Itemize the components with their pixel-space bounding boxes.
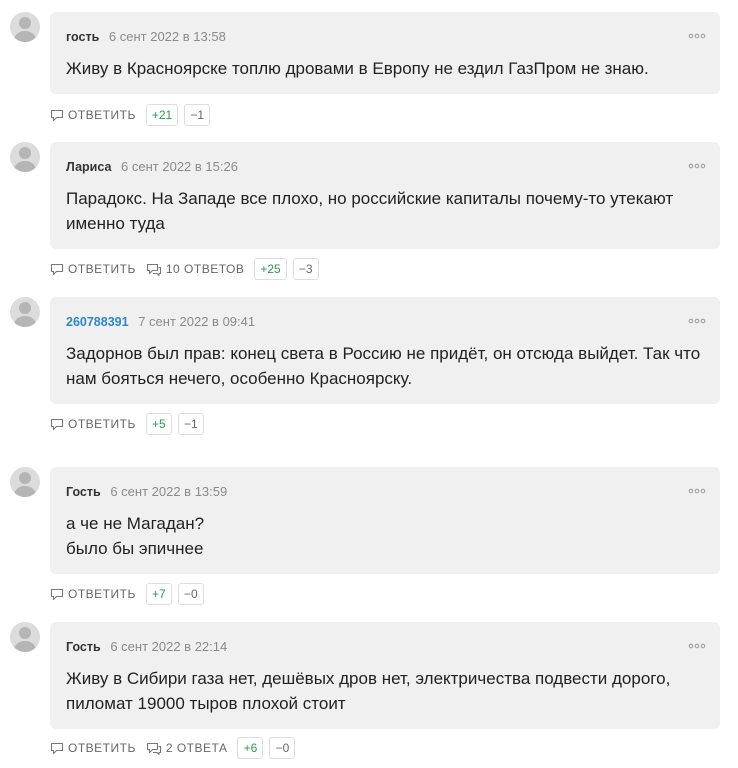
reply-button[interactable]: ОТВЕТИТЬ xyxy=(50,262,136,276)
avatar[interactable] xyxy=(10,622,40,652)
reply-button[interactable]: ОТВЕТИТЬ xyxy=(50,587,136,601)
comment-meta: 260788391 7 сент 2022 в 09:41 xyxy=(66,314,704,330)
comment-author[interactable]: гость xyxy=(66,30,99,44)
more-dots-icon[interactable] xyxy=(688,315,706,324)
comment-author[interactable]: Гость xyxy=(66,640,101,654)
vote-up-button[interactable]: +5 xyxy=(145,413,172,435)
vote-down-button[interactable]: −1 xyxy=(184,104,211,126)
user-silhouette-icon xyxy=(14,147,36,172)
vote-down-button[interactable]: −3 xyxy=(292,258,319,280)
comment-date: 6 сент 2022 в 13:59 xyxy=(110,484,228,499)
reply-button[interactable]: ОТВЕТИТЬ xyxy=(50,417,136,431)
comment-author[interactable]: Лариса xyxy=(66,160,111,174)
more-dots-icon[interactable] xyxy=(688,160,706,169)
user-silhouette-icon xyxy=(14,472,36,497)
comment-actions: ОТВЕТИТЬ +7 −0 xyxy=(50,583,210,605)
comment-date: 6 сент 2022 в 13:58 xyxy=(108,29,226,44)
vote-up-button[interactable]: +21 xyxy=(145,104,179,126)
user-silhouette-icon xyxy=(14,627,36,652)
speech-bubble-icon xyxy=(50,588,64,600)
comment-date: 6 сент 2022 в 22:14 xyxy=(110,639,228,654)
comment-text: Парадокс. На Западе все плохо, но россий… xyxy=(66,189,674,233)
speech-bubble-icon xyxy=(50,263,64,275)
avatar[interactable] xyxy=(10,297,40,327)
user-silhouette-icon xyxy=(14,302,36,327)
reply-label: ОТВЕТИТЬ xyxy=(68,417,136,431)
more-dots-icon[interactable] xyxy=(688,30,706,39)
vote-up-button[interactable]: +6 xyxy=(237,737,264,759)
comment-author[interactable]: 260788391 xyxy=(66,315,129,329)
replies-count-label: 2 ОТВЕТА xyxy=(165,741,228,755)
comment-date: 6 сент 2022 в 15:26 xyxy=(121,159,238,174)
speech-bubbles-icon xyxy=(146,742,161,755)
comment-meta: Лариса 6 сент 2022 в 15:26 xyxy=(66,159,704,175)
replies-count-button[interactable]: 10 ОТВЕТОВ xyxy=(146,262,244,276)
user-silhouette-icon xyxy=(14,17,36,42)
reply-button[interactable]: ОТВЕТИТЬ xyxy=(50,741,136,755)
reply-label: ОТВЕТИТЬ xyxy=(68,108,136,122)
vote-down-button[interactable]: −0 xyxy=(269,737,296,759)
comment-bubble: Гость 6 сент 2022 в 22:14 Живу в Сибири … xyxy=(50,622,720,729)
vote-up-button[interactable]: +7 xyxy=(145,583,172,605)
speech-bubble-icon xyxy=(50,742,64,754)
speech-bubbles-icon xyxy=(146,263,161,276)
comment-text: Задорнов был прав: конец света в Россию … xyxy=(66,344,701,388)
more-dots-icon[interactable] xyxy=(688,485,706,494)
speech-bubble-icon xyxy=(50,418,64,430)
comment-actions: ОТВЕТИТЬ 2 ОТВЕТА +6 −0 xyxy=(50,737,301,759)
comment-bubble: Лариса 6 сент 2022 в 15:26 Парадокс. На … xyxy=(50,142,720,249)
reply-label: ОТВЕТИТЬ xyxy=(68,262,136,276)
comment-actions: ОТВЕТИТЬ +5 −1 xyxy=(50,413,210,435)
comment-actions: ОТВЕТИТЬ 10 ОТВЕТОВ +25 −3 xyxy=(50,258,325,280)
comment-text: Живу в Красноярске топлю дровами в Европ… xyxy=(66,59,649,78)
comment-meta: гость 6 сент 2022 в 13:58 xyxy=(66,29,704,45)
replies-count-label: 10 ОТВЕТОВ xyxy=(165,262,245,276)
replies-count-button[interactable]: 2 ОТВЕТА xyxy=(146,741,228,755)
reply-button[interactable]: ОТВЕТИТЬ xyxy=(50,108,136,122)
comment-meta: Гость 6 сент 2022 в 22:14 xyxy=(66,639,704,655)
vote-up-button[interactable]: +25 xyxy=(254,258,287,280)
comment-bubble: Гость 6 сент 2022 в 13:59 а че не Магада… xyxy=(50,467,720,574)
comment-actions: ОТВЕТИТЬ +21 −1 xyxy=(50,104,216,126)
comment-author[interactable]: Гость xyxy=(66,485,101,499)
avatar[interactable] xyxy=(10,467,40,497)
comment-text: а че не Магадан? было бы эпичнее xyxy=(66,514,205,558)
more-dots-icon[interactable] xyxy=(688,640,706,649)
reply-label: ОТВЕТИТЬ xyxy=(68,741,136,755)
vote-down-button[interactable]: −1 xyxy=(177,413,204,435)
comment-meta: Гость 6 сент 2022 в 13:59 xyxy=(66,484,704,500)
avatar[interactable] xyxy=(10,12,40,42)
vote-down-button[interactable]: −0 xyxy=(177,583,204,605)
comment-bubble: гость 6 сент 2022 в 13:58 Живу в Красноя… xyxy=(50,12,720,94)
avatar[interactable] xyxy=(10,142,40,172)
comment-date: 7 сент 2022 в 09:41 xyxy=(138,314,256,329)
comment-text: Живу в Сибири газа нет, дешёвых дров нет… xyxy=(66,669,671,713)
reply-label: ОТВЕТИТЬ xyxy=(68,587,136,601)
comment-bubble: 260788391 7 сент 2022 в 09:41 Задорнов б… xyxy=(50,297,720,404)
speech-bubble-icon xyxy=(50,109,64,121)
